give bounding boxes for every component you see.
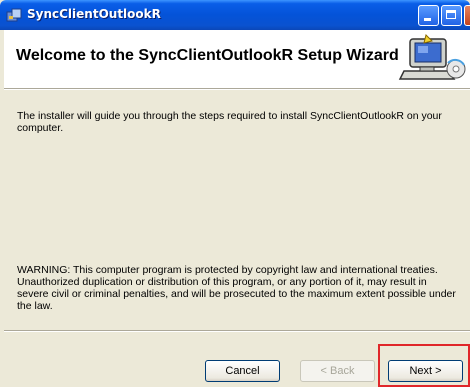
title-bar[interactable]: SyncClientOutlookR bbox=[0, 0, 470, 30]
window-title: SyncClientOutlookR bbox=[27, 7, 161, 21]
back-button[interactable]: < Back bbox=[300, 360, 375, 382]
intro-text: The installer will guide you through the… bbox=[17, 110, 442, 134]
header-divider bbox=[4, 88, 470, 90]
minimize-button[interactable] bbox=[418, 5, 439, 26]
installer-icon bbox=[6, 8, 22, 22]
copyright-warning: WARNING: This computer program is protec… bbox=[17, 264, 456, 312]
maximize-button[interactable] bbox=[441, 5, 462, 26]
wizard-header: Welcome to the SyncClientOutlookR Setup … bbox=[4, 30, 470, 88]
next-button[interactable]: Next > bbox=[388, 360, 463, 382]
cancel-button[interactable]: Cancel bbox=[205, 360, 280, 382]
footer-divider bbox=[4, 330, 470, 332]
close-button[interactable] bbox=[464, 5, 470, 26]
computer-setup-icon bbox=[398, 34, 466, 80]
wizard-title: Welcome to the SyncClientOutlookR Setup … bbox=[16, 47, 399, 64]
setup-wizard-window: SyncClientOutlookR Welcome to the SyncCl… bbox=[0, 0, 470, 387]
